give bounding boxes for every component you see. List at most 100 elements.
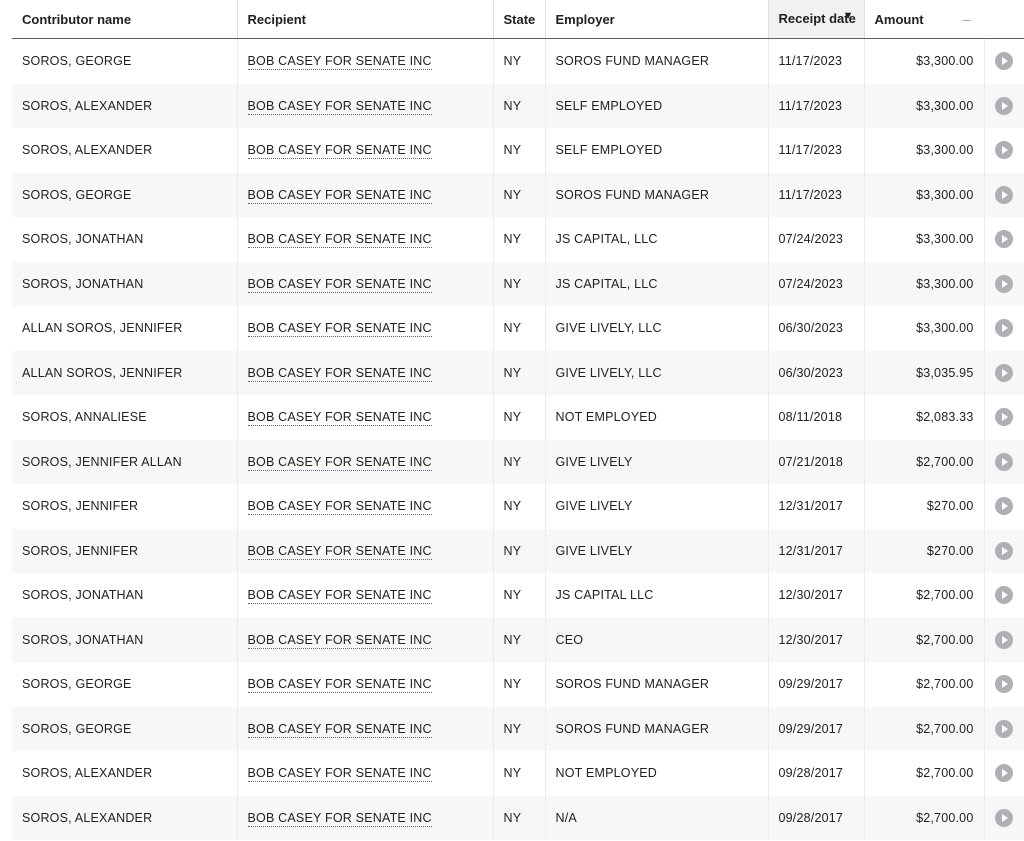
recipient-link[interactable]: BOB CASEY FOR SENATE INC <box>247 365 432 382</box>
column-header-actions <box>984 0 1024 39</box>
receipt-date-cell: 07/21/2018 <box>768 439 865 484</box>
employer-cell: GIVE LIVELY <box>545 484 769 529</box>
contributor-name-cell: SOROS, ALEXANDER <box>12 128 238 173</box>
play-circle-icon[interactable] <box>995 719 1014 738</box>
play-circle-icon[interactable] <box>995 408 1014 427</box>
recipient-link[interactable]: BOB CASEY FOR SENATE INC <box>247 588 432 605</box>
recipient-cell: BOB CASEY FOR SENATE INC <box>237 83 494 128</box>
recipient-link[interactable]: BOB CASEY FOR SENATE INC <box>247 632 432 649</box>
recipient-link[interactable]: BOB CASEY FOR SENATE INC <box>247 677 432 694</box>
receipt-date-cell: 11/17/2023 <box>768 172 865 217</box>
employer-cell: SELF EMPLOYED <box>545 128 769 173</box>
play-circle-icon[interactable] <box>995 630 1014 649</box>
recipient-link[interactable]: BOB CASEY FOR SENATE INC <box>247 143 432 160</box>
recipient-cell: BOB CASEY FOR SENATE INC <box>237 706 494 751</box>
receipt-date-cell: 12/30/2017 <box>768 617 865 662</box>
amount-cell: $2,700.00 <box>864 795 984 840</box>
contributor-name-cell: SOROS, JENNIFER ALLAN <box>12 439 238 484</box>
amount-cell: $3,300.00 <box>864 83 984 128</box>
receipt-date-cell: 12/31/2017 <box>768 528 865 573</box>
receipt-date-cell: 09/29/2017 <box>768 706 865 751</box>
column-header-employer[interactable]: Employer <box>545 0 769 39</box>
column-header-contributor[interactable]: Contributor name <box>12 0 238 39</box>
recipient-link[interactable]: BOB CASEY FOR SENATE INC <box>247 232 432 249</box>
recipient-link[interactable]: BOB CASEY FOR SENATE INC <box>247 187 432 204</box>
column-header-receipt-date[interactable]: Receipt date ▼ <box>768 0 865 39</box>
contributor-name-cell: SOROS, ALEXANDER <box>12 751 238 796</box>
table-row: SOROS, JENNIFER BOB CASEY FOR SENATE INC… <box>12 528 1024 573</box>
recipient-cell: BOB CASEY FOR SENATE INC <box>237 617 494 662</box>
recipient-link[interactable]: BOB CASEY FOR SENATE INC <box>247 499 432 516</box>
contributor-name-cell: SOROS, ALEXANDER <box>12 795 238 840</box>
contributor-name-cell: SOROS, GEORGE <box>12 706 238 751</box>
receipt-date-cell: 12/31/2017 <box>768 484 865 529</box>
amount-collapse-icon[interactable]: – <box>963 12 970 27</box>
row-action-cell <box>983 217 1024 262</box>
play-circle-icon[interactable] <box>995 274 1014 293</box>
amount-cell: $3,300.00 <box>916 143 974 158</box>
amount-cell: $3,300.00 <box>864 172 984 217</box>
play-circle-icon[interactable] <box>995 586 1014 605</box>
amount-cell: $2,700.00 <box>864 617 984 662</box>
recipient-cell: BOB CASEY FOR SENATE INC <box>237 662 494 707</box>
recipient-link[interactable]: BOB CASEY FOR SENATE INC <box>247 321 432 338</box>
play-circle-icon[interactable] <box>995 230 1014 249</box>
contributions-table: Contributor name Recipient State Employe… <box>12 0 1024 840</box>
row-action-cell <box>983 439 1024 484</box>
employer-cell: N/A <box>545 795 769 840</box>
play-circle-icon[interactable] <box>995 497 1014 516</box>
row-action-cell <box>983 751 1024 796</box>
recipient-cell: BOB CASEY FOR SENATE INC <box>237 439 494 484</box>
recipient-link[interactable]: BOB CASEY FOR SENATE INC <box>247 54 432 71</box>
recipient-link[interactable]: BOB CASEY FOR SENATE INC <box>247 410 432 427</box>
state-cell: NY <box>493 350 546 395</box>
receipt-date-cell: 08/11/2018 <box>768 395 865 440</box>
column-header-state[interactable]: State <box>493 0 546 39</box>
play-circle-icon[interactable] <box>995 185 1014 204</box>
state-cell: NY <box>493 706 546 751</box>
table-row: SOROS, GEORGE BOB CASEY FOR SENATE INC N… <box>12 38 1024 84</box>
play-circle-icon[interactable] <box>995 52 1014 71</box>
amount-cell: $3,300.00 <box>916 54 974 69</box>
recipient-link[interactable]: BOB CASEY FOR SENATE INC <box>247 454 432 471</box>
play-circle-icon[interactable] <box>995 452 1014 471</box>
recipient-cell: BOB CASEY FOR SENATE INC <box>237 128 494 173</box>
table-row: ALLAN SOROS, JENNIFER BOB CASEY FOR SENA… <box>12 306 1024 351</box>
receipt-date-cell: 07/24/2023 <box>768 261 865 306</box>
employer-cell: SOROS FUND MANAGER <box>545 38 769 84</box>
play-circle-icon[interactable] <box>995 319 1014 338</box>
receipt-date-cell: 12/30/2017 <box>768 573 865 618</box>
state-cell: NY <box>493 795 546 840</box>
recipient-link[interactable]: BOB CASEY FOR SENATE INC <box>247 766 432 783</box>
column-header-recipient[interactable]: Recipient <box>237 0 494 39</box>
amount-cell: $2,083.33 <box>916 410 974 425</box>
state-cell: NY <box>493 261 546 306</box>
employer-cell: JS CAPITAL, LLC <box>545 217 769 262</box>
employer-cell: SOROS FUND MANAGER <box>545 706 769 751</box>
table-row: SOROS, GEORGE BOB CASEY FOR SENATE INC N… <box>12 706 1024 751</box>
receipt-date-cell: 06/30/2023 <box>768 306 865 351</box>
play-circle-icon[interactable] <box>995 141 1014 160</box>
amount-cell: $3,300.00 <box>916 232 974 247</box>
table-row: SOROS, ALEXANDER BOB CASEY FOR SENATE IN… <box>12 795 1024 840</box>
recipient-link[interactable]: BOB CASEY FOR SENATE INC <box>247 543 432 560</box>
contributor-name-cell: SOROS, JENNIFER <box>12 528 238 573</box>
play-circle-icon[interactable] <box>995 363 1014 382</box>
amount-label: Amount <box>874 11 924 27</box>
recipient-link[interactable]: BOB CASEY FOR SENATE INC <box>247 98 432 115</box>
recipient-link[interactable]: BOB CASEY FOR SENATE INC <box>247 721 432 738</box>
play-circle-icon[interactable] <box>995 96 1014 115</box>
column-header-amount[interactable]: Amount – <box>864 0 984 39</box>
play-circle-icon[interactable] <box>995 675 1014 694</box>
amount-cell: $2,700.00 <box>916 588 974 603</box>
play-circle-icon[interactable] <box>995 808 1014 827</box>
recipient-link[interactable]: BOB CASEY FOR SENATE INC <box>247 276 432 293</box>
play-circle-icon[interactable] <box>995 541 1014 560</box>
table-row: SOROS, ALEXANDER BOB CASEY FOR SENATE IN… <box>12 751 1024 796</box>
sort-descending-icon[interactable]: ▼ <box>843 10 854 22</box>
state-cell: NY <box>493 573 546 618</box>
recipient-link[interactable]: BOB CASEY FOR SENATE INC <box>247 810 432 827</box>
row-action-cell <box>983 128 1024 173</box>
table-header: Contributor name Recipient State Employe… <box>12 0 1024 39</box>
play-circle-icon[interactable] <box>995 764 1014 783</box>
